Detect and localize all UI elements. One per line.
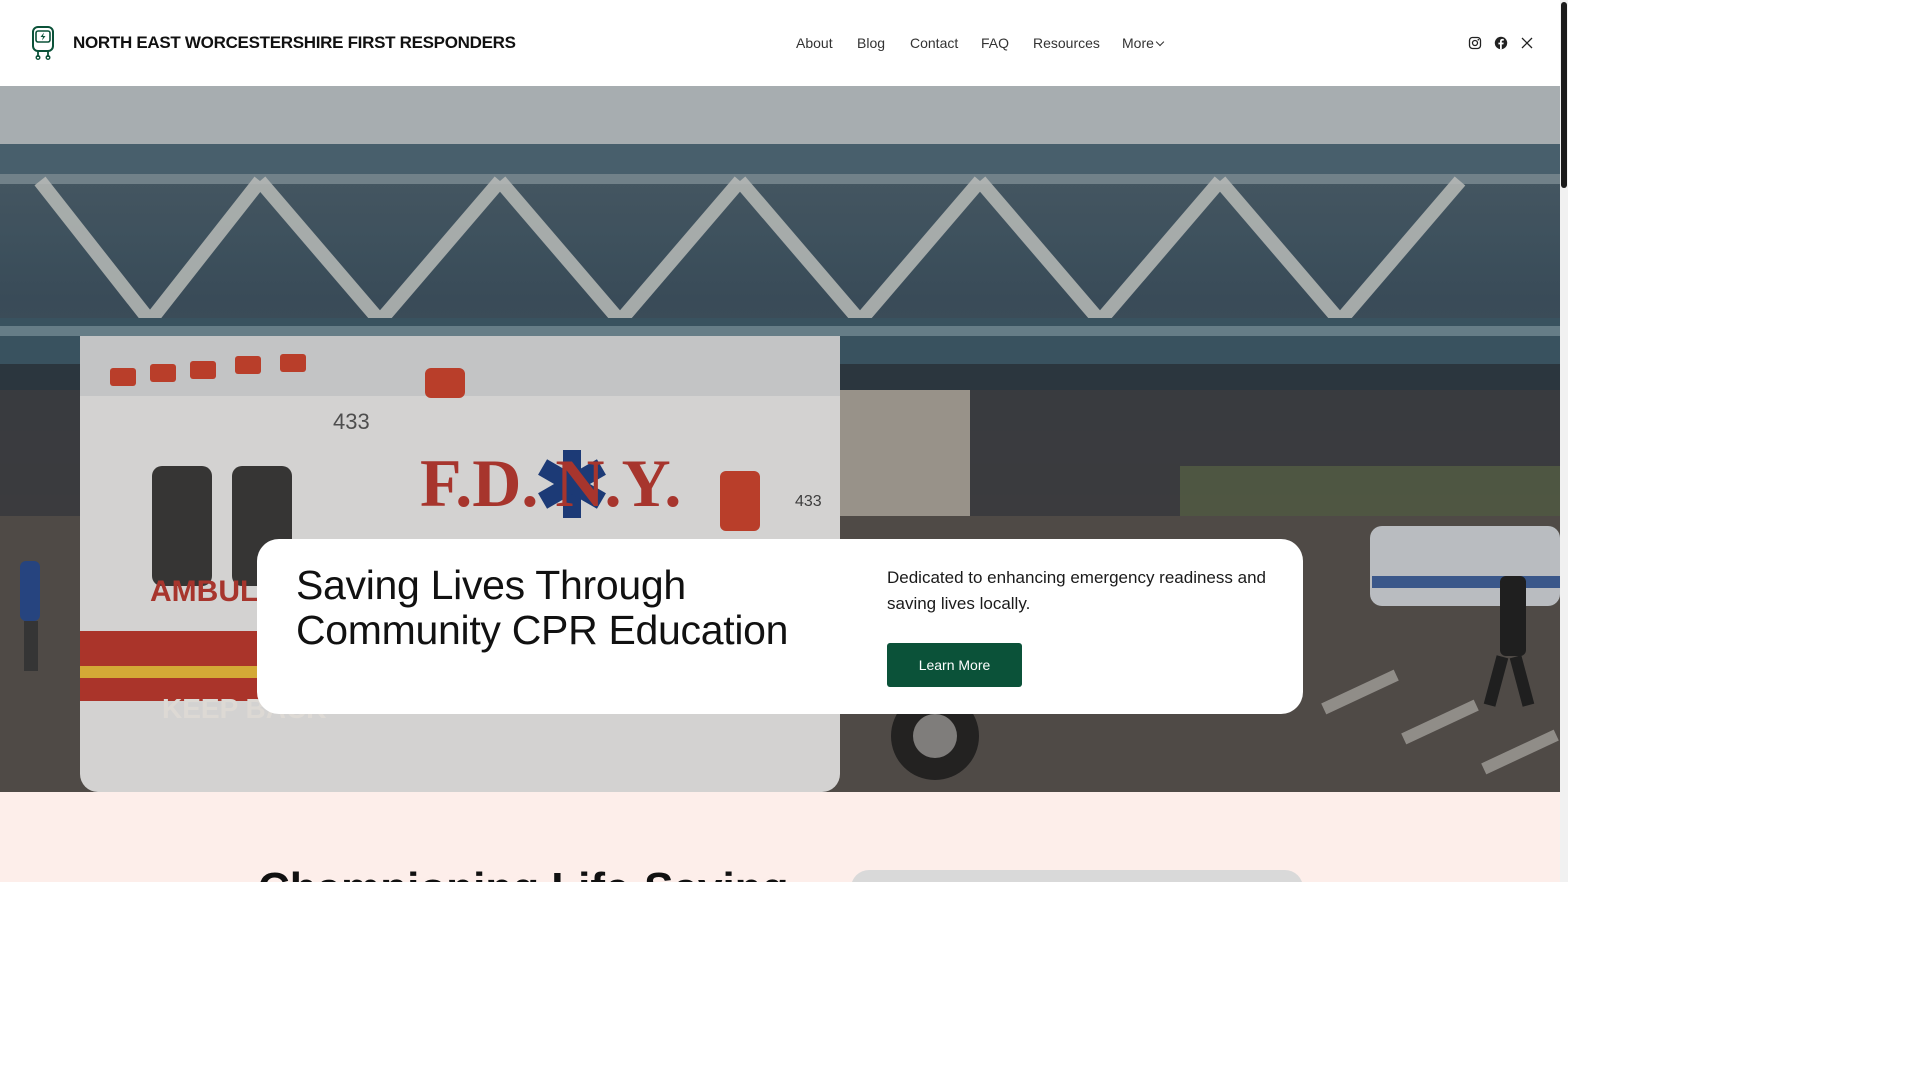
learn-more-button[interactable]: Learn More <box>887 643 1022 687</box>
nav-more-label: More <box>1122 35 1154 51</box>
page: NORTH EAST WORCESTERSHIRE FIRST RESPONDE… <box>0 0 1568 882</box>
nav-faq[interactable]: FAQ <box>981 34 1009 52</box>
nav-more[interactable]: More <box>1122 34 1165 52</box>
hero-title: Saving Lives Through Community CPR Educa… <box>296 562 789 653</box>
nav-blog[interactable]: Blog <box>857 34 885 52</box>
hero-card: Saving Lives Through Community CPR Educa… <box>257 539 1303 714</box>
site-title[interactable]: NORTH EAST WORCESTERSHIRE FIRST RESPONDE… <box>73 33 516 53</box>
hero-description: Dedicated to enhancing emergency readine… <box>887 568 1266 613</box>
site-header: NORTH EAST WORCESTERSHIRE FIRST RESPONDE… <box>0 0 1560 86</box>
section-heading: Championing Life-Saving <box>258 864 788 882</box>
defibrillator-icon[interactable] <box>30 26 56 60</box>
mission-section: Championing Life-Saving <box>0 792 1560 882</box>
facebook-icon[interactable] <box>1494 36 1508 50</box>
hero-section: F.D. N.Y. 433 433 AMBULAN KEEP BACK Savi… <box>0 86 1560 792</box>
instagram-icon[interactable] <box>1468 36 1482 50</box>
nav-about[interactable]: About <box>796 34 833 52</box>
scrollbar-thumb[interactable] <box>1561 2 1567 188</box>
page-scrollbar[interactable] <box>1560 0 1568 882</box>
x-icon[interactable] <box>1520 36 1534 50</box>
section-image-card <box>851 870 1303 882</box>
nav-resources[interactable]: Resources <box>1033 34 1100 52</box>
chevron-down-icon <box>1155 37 1165 47</box>
nav-contact[interactable]: Contact <box>910 34 958 52</box>
